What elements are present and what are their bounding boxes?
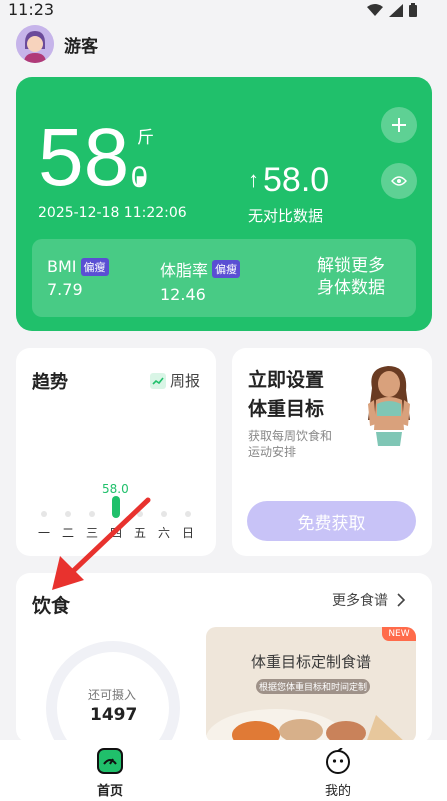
goal-title-line2: 体重目标 [248, 398, 325, 420]
diff-value: 58.0 [263, 161, 330, 199]
recipe-banner[interactable]: NEW 体重目标定制食谱 根据您体重目标和时间定制 [206, 627, 416, 743]
fitness-woman-illustration [368, 366, 410, 446]
trend-data-label: 58.0 [102, 482, 129, 496]
weight-decimal: 0 [131, 161, 148, 194]
tab-mine[interactable]: 我的 [308, 748, 368, 799]
status-bar: 11:23 [0, 0, 447, 22]
bodyfat-value: 12.46 [160, 285, 206, 304]
bmi-metric[interactable]: BMI 偏瘦 7.79 [47, 257, 109, 299]
goal-sub-line2: 运动安排 [248, 445, 297, 459]
diet-title: 饮食 [32, 595, 71, 617]
unlock-more-data[interactable]: 解锁更多 身体数据 [317, 255, 385, 299]
tab-home[interactable]: 首页 [80, 748, 140, 799]
wifi-icon [367, 3, 383, 16]
weight-diff: ↑ 58.0 [248, 161, 329, 199]
trend-empty-dot [41, 511, 47, 517]
user-row[interactable]: 游客 [16, 25, 98, 63]
weekly-report-button[interactable]: 周报 [150, 370, 200, 391]
banner-subtitle: 根据您体重目标和时间定制 [256, 679, 370, 694]
banner-title: 体重目标定制食谱 [250, 653, 371, 671]
goal-card[interactable]: 立即设置 体重目标 获取每周饮食和 运动安排 免费获取 [232, 348, 432, 556]
plus-icon [392, 118, 406, 132]
chart-icon [150, 372, 166, 389]
unlock-line2: 身体数据 [317, 278, 385, 298]
username: 游客 [64, 36, 98, 57]
free-get-button[interactable]: 免费获取 [247, 501, 416, 541]
diet-card[interactable]: 饮食 更多食谱 还可摄入 1497 NEW 体重目标定制食谱 根据您体重目标和时… [16, 573, 432, 743]
unlock-line1: 解锁更多 [317, 256, 385, 276]
battery-icon [409, 3, 417, 17]
goal-title: 立即设置 体重目标 [248, 366, 324, 424]
eye-icon [391, 176, 407, 186]
new-badge: NEW [382, 627, 416, 641]
goal-subtitle: 获取每周饮食和 运动安排 [248, 428, 332, 460]
bmi-label: BMI [47, 257, 77, 276]
goal-title-line1: 立即设置 [248, 369, 325, 391]
weight-datetime: 2025-12-18 11:22:06 [38, 205, 187, 221]
more-recipes-link[interactable]: 更多食谱 [332, 590, 408, 610]
trend-empty-dot [185, 511, 191, 517]
bottom-tab-bar: 首页 我的 [0, 740, 447, 801]
annotation-arrow [52, 497, 151, 590]
ring-label: 还可摄入 [88, 688, 137, 702]
trend-empty-dot [161, 511, 167, 517]
arrow-up-icon: ↑ [248, 167, 259, 192]
bodyfat-label: 体脂率 [160, 261, 209, 280]
weight-card[interactable]: 58. 0 斤 2025-12-18 11:22:06 ↑ 58.0 无对比数据… [16, 77, 432, 331]
home-gauge-icon [97, 748, 123, 774]
trend-title: 趋势 [32, 372, 68, 393]
bodyfat-badge: 偏瘦 [212, 260, 241, 278]
avatar[interactable] [16, 25, 54, 63]
bmi-badge: 偏瘦 [80, 257, 109, 276]
bmi-value: 7.79 [47, 280, 83, 299]
goal-sub-line1: 获取每周饮食和 [248, 429, 333, 443]
status-icons [367, 3, 417, 17]
bodyfat-metric[interactable]: 体脂率 偏瘦 12.46 [160, 257, 241, 304]
tab-home-label: 首页 [96, 784, 123, 799]
profile-face-icon [326, 748, 350, 774]
trend-day-label: 日 [181, 526, 194, 540]
diff-label: 无对比数据 [248, 207, 324, 225]
add-weight-button[interactable] [381, 107, 417, 143]
body-metrics[interactable]: BMI 偏瘦 7.79 体脂率 偏瘦 12.46 解锁更多 身体数据 [32, 239, 416, 317]
tab-mine-label: 我的 [324, 784, 351, 799]
food-plate-image [206, 709, 406, 743]
chevron-right-icon [397, 593, 406, 607]
signal-icon [389, 3, 403, 17]
trend-day-label: 六 [157, 526, 170, 540]
ring-value: 1497 [90, 705, 138, 725]
more-recipes-label: 更多食谱 [332, 593, 388, 609]
toggle-visibility-button[interactable] [381, 163, 417, 199]
weekly-label: 周报 [170, 372, 201, 390]
status-time: 11:23 [8, 0, 55, 19]
weight-unit: 斤 [137, 128, 154, 148]
